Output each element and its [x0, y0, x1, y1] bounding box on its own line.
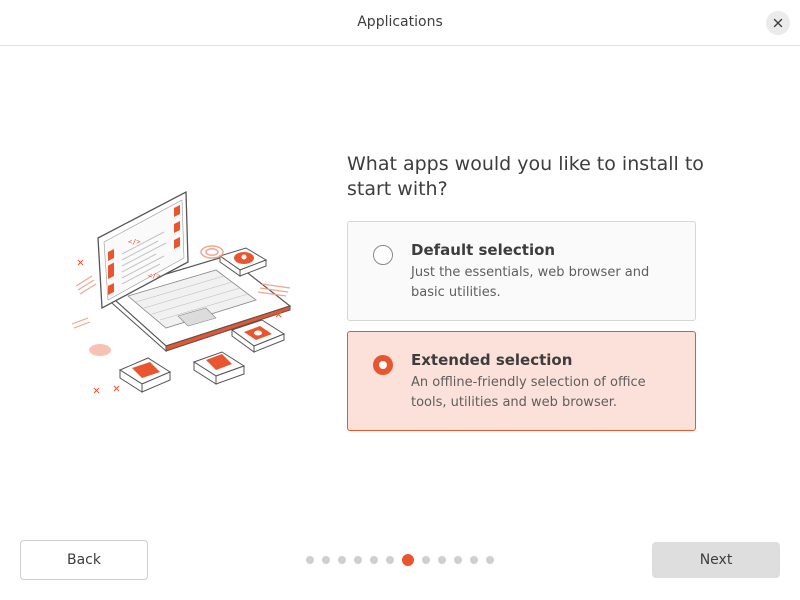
progress-dot	[354, 556, 362, 564]
svg-text:</>: </>	[128, 238, 141, 246]
close-button[interactable]	[766, 11, 790, 35]
progress-dot	[306, 556, 314, 564]
progress-dot	[454, 556, 462, 564]
progress-dot-current	[402, 554, 414, 566]
window-title: Applications	[357, 14, 443, 30]
progress-dot	[470, 556, 478, 564]
next-button[interactable]: Next	[652, 542, 780, 578]
progress-dot	[438, 556, 446, 564]
progress-dot	[486, 556, 494, 564]
option-default-selection[interactable]: Default selection Just the essentials, w…	[347, 221, 696, 321]
progress-dot	[370, 556, 378, 564]
progress-dot	[338, 556, 346, 564]
page-question: What apps would you like to install to s…	[347, 153, 704, 200]
back-button[interactable]: Back	[20, 540, 148, 580]
svg-text:</>: </>	[148, 272, 161, 280]
header-bar: Applications	[0, 0, 800, 46]
option-description: Just the essentials, web browser and bas…	[411, 265, 650, 300]
progress-dot	[322, 556, 330, 564]
option-title: Extended selection	[411, 351, 573, 369]
option-extended-selection[interactable]: Extended selection An offline-friendly s…	[347, 331, 696, 431]
progress-dots	[300, 552, 500, 568]
laptop-apps-illustration: </> </>	[71, 190, 292, 394]
close-icon	[773, 18, 783, 28]
progress-dot	[386, 556, 394, 564]
radio-extended-selection[interactable]	[373, 355, 393, 375]
option-description: An offline-friendly selection of office …	[411, 375, 646, 410]
progress-dot	[422, 556, 430, 564]
radio-default-selection[interactable]	[373, 245, 393, 265]
option-title: Default selection	[411, 241, 556, 259]
